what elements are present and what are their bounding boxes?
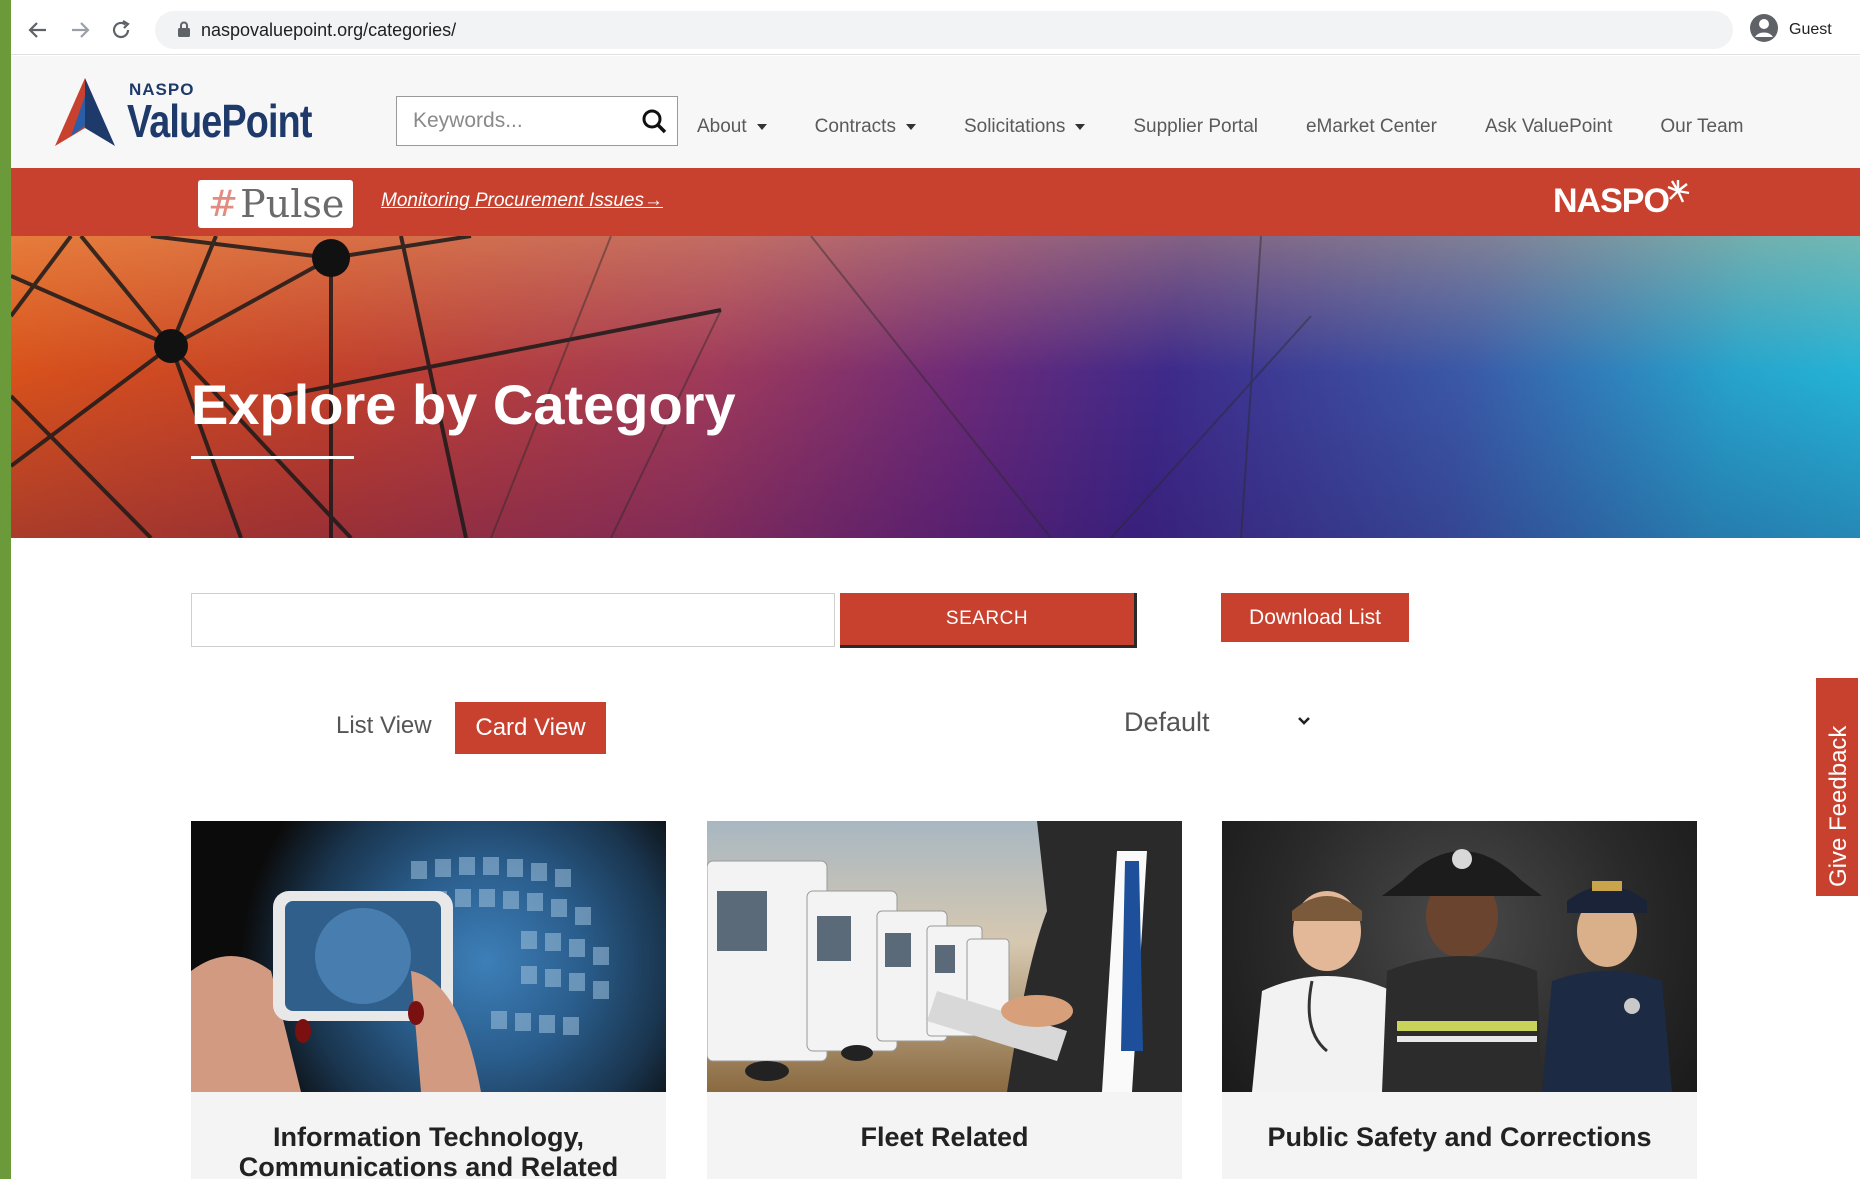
naspo-logo[interactable]: NASPO [1553,180,1690,221]
nav-solicitations-label: Solicitations [963,116,1066,137]
monitoring-procurement-link[interactable]: Monitoring Procurement Issues→ [381,190,663,212]
pulse-text: Pulse [240,182,345,226]
category-card[interactable]: Public Safety and Corrections [1222,821,1697,1179]
address-bar[interactable]: naspovaluepoint.org/categories/ [155,11,1733,49]
main-nav: About Contracts Solicitations Supplier P… [697,112,1743,142]
category-card[interactable]: Fleet Related [707,821,1182,1179]
pulse-banner: # Pulse Monitoring Procurement Issues→ N… [11,168,1860,236]
sort-select[interactable]: Default [1124,704,1311,740]
naspo-logo-text: NASPO [1553,182,1670,220]
url-text[interactable]: naspovaluepoint.org/categories/ [201,20,456,41]
nav-emarket-center[interactable]: eMarket Center [1306,112,1437,142]
lock-icon [177,21,191,43]
card-view-toggle[interactable]: Card View [455,702,606,754]
nav-supplier-portal[interactable]: Supplier Portal [1133,112,1258,142]
browser-toolbar: naspovaluepoint.org/categories/ Guest [11,5,1860,55]
nav-contracts[interactable]: Contracts [815,112,916,142]
nav-about-label: About [697,116,747,137]
card-image-public-safety [1222,821,1697,1092]
page-title: Explore by Category [191,373,736,436]
sort-select-value: Default [1124,706,1210,737]
nav-ask-valuepoint[interactable]: Ask ValuePoint [1485,112,1612,142]
card-title: Public Safety and Corrections [1267,1122,1652,1152]
list-view-toggle[interactable]: List View [336,712,432,740]
caret-down-icon [905,124,916,130]
nav-contracts-label: Contracts [814,116,896,137]
avatar-icon [1749,13,1779,48]
card-title: Information Technology, Communications a… [238,1122,619,1179]
pulse-hash: # [208,183,239,225]
hero-banner: Explore by Category [11,236,1860,538]
caret-down-icon [756,124,767,130]
download-list-button[interactable]: Download List [1221,593,1409,642]
card-title: Fleet Related [860,1122,1029,1152]
reload-icon[interactable] [106,15,136,45]
profile-label: Guest [1789,21,1832,38]
category-search-input[interactable] [191,593,835,647]
nav-about[interactable]: About [697,112,767,142]
caret-down-icon [1075,124,1086,130]
keyword-search [396,96,678,146]
globe-phone-graphic [191,857,609,1092]
category-card[interactable]: Information Technology, Communications a… [191,821,666,1179]
nav-our-team[interactable]: Our Team [1660,112,1743,142]
card-image-it [191,821,666,1092]
profile-button[interactable]: Guest [1749,11,1849,49]
search-button[interactable]: SEARCH [840,593,1137,648]
back-arrow-icon[interactable] [23,15,53,45]
give-feedback-label: Give Feedback [1825,725,1852,887]
search-icon[interactable] [641,108,667,139]
nav-solicitations[interactable]: Solicitations [963,112,1086,142]
title-underline [191,456,354,459]
pulse-logo[interactable]: # Pulse [198,180,353,228]
trucks-graphic [707,821,1182,1092]
valuepoint-logo[interactable]: NASPO ValuePoint [49,72,319,162]
first-responders-graphic [1252,849,1672,1092]
chevron-down-icon [1297,713,1311,731]
sunburst-icon [1667,180,1690,203]
keyword-search-input[interactable] [397,97,629,145]
give-feedback-tab[interactable]: Give Feedback [1814,676,1860,898]
card-image-fleet [707,821,1182,1092]
logo-valuepoint-text: ValuePoint [127,95,312,147]
site-header: NASPO ValuePoint About Contracts Solicit… [11,56,1860,168]
forward-arrow-icon[interactable] [65,15,95,45]
